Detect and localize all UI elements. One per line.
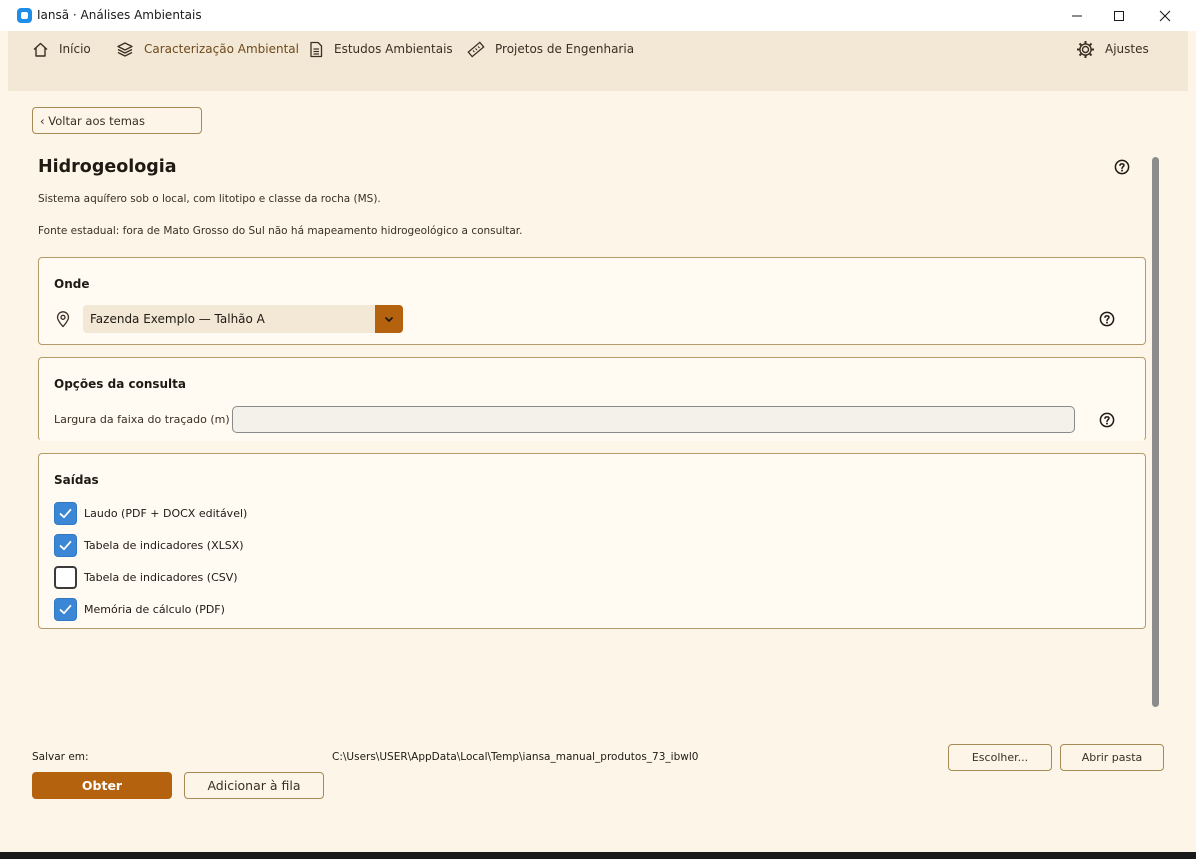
checkbox-label: Laudo (PDF + DOCX editável) [84, 506, 248, 520]
app-logo-icon [17, 8, 32, 23]
location-select-toggle[interactable] [375, 305, 403, 333]
outputs-title: Saídas [54, 473, 99, 487]
ruler-icon [467, 40, 485, 58]
app-window: Iansã · Análises Ambientais Início Carac… [0, 0, 1196, 852]
nav-item-ajustes[interactable]: Ajustes [1076, 39, 1149, 59]
nav-label: Estudos Ambientais [334, 42, 453, 56]
query-options-card: Opções da consulta Largura da faixa do t… [38, 357, 1146, 441]
close-button[interactable] [1142, 0, 1188, 31]
location-select-value: Fazenda Exemplo — Talhão A [90, 312, 265, 326]
choose-folder-button[interactable]: Escolher... [948, 744, 1052, 771]
back-to-themes-button[interactable]: ‹ Voltar aos temas [32, 107, 202, 134]
help-icon[interactable] [1099, 412, 1115, 428]
layers-icon [117, 41, 133, 57]
document-icon [310, 41, 323, 57]
nav-item-caracterizacao-ambiental[interactable]: Caracterização Ambiental [116, 39, 299, 59]
minimize-button[interactable] [1054, 0, 1100, 31]
checkmark-icon [59, 540, 72, 550]
add-to-queue-button[interactable]: Adicionar à fila [184, 772, 324, 799]
where-card: Onde Fazenda Exemplo — Talhão A [38, 257, 1146, 345]
nav-label: Projetos de Engenharia [495, 42, 635, 56]
chevron-down-icon [385, 316, 393, 322]
checkbox-checked[interactable] [54, 501, 77, 525]
title-bar: Iansã · Análises Ambientais [0, 0, 1196, 31]
top-navigation: Início Caracterização Ambiental Estudos … [8, 31, 1188, 91]
nav-item-inicio[interactable]: Início [32, 39, 91, 59]
outputs-card: Saídas Laudo (PDF + DOCX editável) Tabel… [38, 453, 1146, 629]
checkbox-label: Memória de cálculo (PDF) [84, 602, 225, 616]
maximize-button[interactable] [1096, 0, 1142, 31]
where-card-title: Onde [54, 277, 90, 291]
strip-width-label: Largura da faixa do traçado (m) [54, 413, 230, 426]
location-select[interactable]: Fazenda Exemplo — Talhão A [83, 305, 403, 333]
close-icon [1159, 10, 1171, 21]
output-option-memoria[interactable]: Memória de cálculo (PDF) [54, 597, 225, 621]
checkbox-checked[interactable] [54, 533, 77, 557]
minimize-icon [1072, 15, 1082, 16]
output-option-laudo[interactable]: Laudo (PDF + DOCX editável) [54, 501, 247, 525]
checkbox-label: Tabela de indicadores (XLSX) [84, 538, 244, 552]
nav-item-estudos-ambientais[interactable]: Estudos Ambientais [308, 39, 453, 59]
obtain-button[interactable]: Obter [32, 772, 172, 799]
window-title: Iansã · Análises Ambientais [37, 8, 202, 22]
checkmark-icon [59, 508, 72, 518]
output-option-xlsx[interactable]: Tabela de indicadores (XLSX) [54, 533, 244, 557]
help-icon[interactable] [1114, 159, 1130, 175]
help-icon[interactable] [1099, 311, 1115, 327]
nav-label: Início [59, 42, 91, 56]
gear-icon [1077, 40, 1094, 58]
open-folder-button[interactable]: Abrir pasta [1060, 744, 1164, 771]
save-location-label: Salvar em: [32, 751, 89, 763]
nav-item-projetos-de-engenharia[interactable]: Projetos de Engenharia [467, 39, 634, 59]
location-pin-icon [56, 311, 70, 328]
strip-width-input[interactable] [232, 406, 1075, 433]
nav-label: Caracterização Ambiental [144, 42, 299, 56]
home-icon [33, 42, 48, 57]
output-option-csv[interactable]: Tabela de indicadores (CSV) [54, 565, 238, 589]
checkmark-icon [59, 604, 72, 614]
page-title: Hidrogeologia [38, 157, 177, 177]
save-path: C:\Users\USER\AppData\Local\Temp\iansa_m… [332, 751, 699, 763]
checkbox-checked[interactable] [54, 597, 77, 621]
checkbox-unchecked[interactable] [54, 565, 77, 589]
query-options-title: Opções da consulta [54, 377, 187, 391]
vertical-scrollbar[interactable] [1152, 157, 1159, 707]
nav-label: Ajustes [1105, 42, 1149, 56]
maximize-icon [1114, 10, 1124, 21]
checkbox-label: Tabela de indicadores (CSV) [84, 570, 238, 584]
source-note: Fonte estadual: fora de Mato Grosso do S… [38, 225, 523, 237]
page-description: Sistema aquífero sob o local, com litoti… [38, 193, 381, 205]
